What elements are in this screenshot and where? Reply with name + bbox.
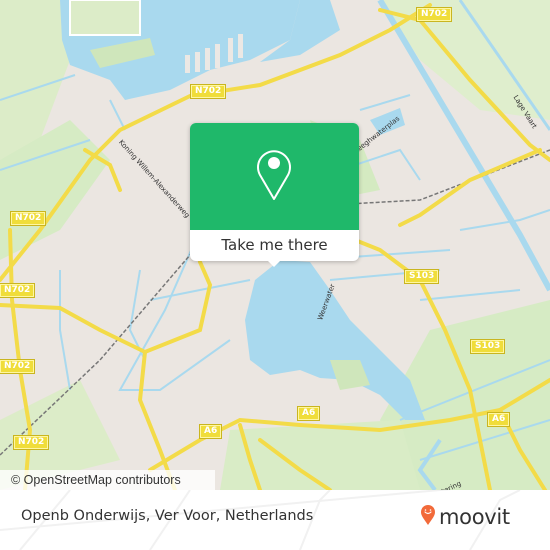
road-shield-n702: N702 xyxy=(12,435,50,450)
footer: Openb Onderwijs, Ver Voor, Netherlands m… xyxy=(0,490,550,550)
moovit-logo-text: moovit xyxy=(439,505,510,529)
road-shield-n702: N702 xyxy=(9,211,47,226)
popup-pointer xyxy=(266,259,282,267)
road-shield-s103: S103 xyxy=(469,339,506,354)
road-shield-a6: A6 xyxy=(198,424,223,439)
road-shield-n702: N702 xyxy=(0,283,36,298)
moovit-pin-icon xyxy=(420,504,436,530)
address-text: Openb Onderwijs, Ver Voor, Netherlands xyxy=(21,508,314,524)
map-attribution[interactable]: © OpenStreetMap contributors xyxy=(0,470,215,490)
destination-popup: Take me there xyxy=(190,123,359,267)
road-shield-a6: A6 xyxy=(296,406,321,421)
road-shield-n702: N702 xyxy=(0,359,36,374)
map-pin-icon xyxy=(254,145,294,205)
road-shield-a6: A6 xyxy=(486,412,511,427)
road-shield-n702: N702 xyxy=(189,84,227,99)
moovit-logo[interactable]: moovit xyxy=(420,504,510,530)
popup-header xyxy=(190,123,359,230)
road-shield-n702: N702 xyxy=(415,7,453,22)
take-me-there-button[interactable]: Take me there xyxy=(190,230,359,261)
road-shield-s103: S103 xyxy=(403,269,440,284)
